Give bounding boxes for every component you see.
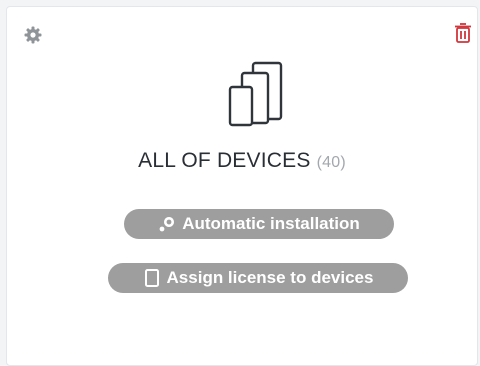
assign-license-label: Assign license to devices bbox=[166, 268, 374, 287]
device-outline-icon bbox=[143, 268, 161, 288]
device-group-title: ALL OF DEVICES (40) bbox=[7, 149, 477, 173]
trash-icon[interactable] bbox=[453, 21, 473, 45]
automatic-installation-button[interactable]: Automatic installation bbox=[124, 209, 394, 239]
automatic-installation-label: Automatic installation bbox=[182, 214, 360, 233]
assign-license-button[interactable]: Assign license to devices bbox=[108, 263, 408, 293]
group-name: ALL OF DEVICES bbox=[138, 149, 311, 172]
device-group-card: ALL OF DEVICES (40) Automatic installati… bbox=[6, 6, 478, 366]
device-count: (40) bbox=[316, 154, 346, 171]
gear-icon[interactable] bbox=[23, 25, 43, 45]
auto-install-icon bbox=[158, 214, 176, 234]
devices-icon bbox=[221, 57, 285, 129]
